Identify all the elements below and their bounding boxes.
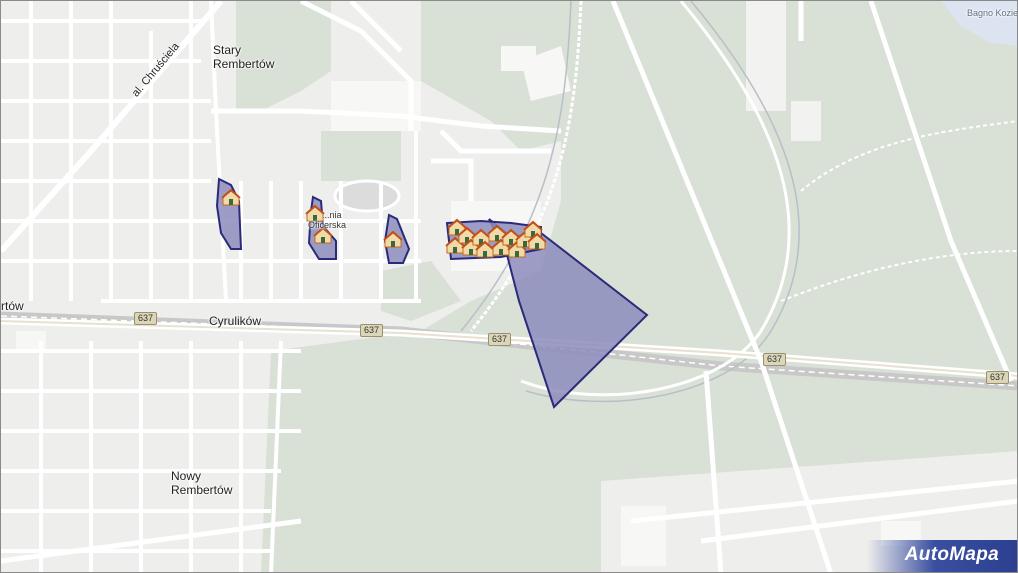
clearing — [331, 81, 421, 131]
clearing — [746, 1, 786, 111]
road-shield-637: 637 — [986, 371, 1010, 384]
place-label-line: ...nia — [322, 210, 342, 220]
map-view[interactable]: Stary Rembertów Nowy Rembertów Cyrulików… — [0, 0, 1018, 573]
road-shield-637: 637 — [488, 333, 512, 346]
road-shield-637: 637 — [763, 353, 787, 366]
forest-area — [381, 261, 461, 321]
place-label-line: Stary — [213, 43, 242, 57]
place-label-kolonia-oficerska: ...nia Oficerska — [308, 210, 346, 230]
brand-logo[interactable]: AutoMapa — [867, 540, 1017, 572]
place-label-stary-rembertow: Stary Rembertów — [213, 43, 274, 71]
place-label-rembertow-edge: rtów — [1, 299, 24, 313]
road-shield-637: 637 — [360, 324, 384, 337]
brand-logo-text: AutoMapa — [904, 544, 999, 565]
place-label-nowy-rembertow: Nowy Rembertów — [171, 469, 232, 497]
place-label-line: Nowy — [171, 469, 202, 483]
place-label-bagno-kozie: Bagno Kozie — [967, 8, 1018, 18]
stadium — [333, 179, 401, 213]
clearing — [791, 101, 821, 141]
highlight-polygon — [215, 177, 243, 250]
clearing — [501, 46, 536, 71]
clearing — [621, 506, 666, 566]
place-label-cyrulikow: Cyrulików — [209, 314, 262, 328]
place-label-line: Rembertów — [171, 483, 233, 497]
forest-area — [321, 131, 401, 181]
place-label-line: Oficerska — [308, 220, 347, 230]
road-shield-637: 637 — [134, 312, 158, 325]
map-canvas[interactable] — [1, 1, 1018, 573]
place-label-line: Rembertów — [213, 57, 275, 71]
